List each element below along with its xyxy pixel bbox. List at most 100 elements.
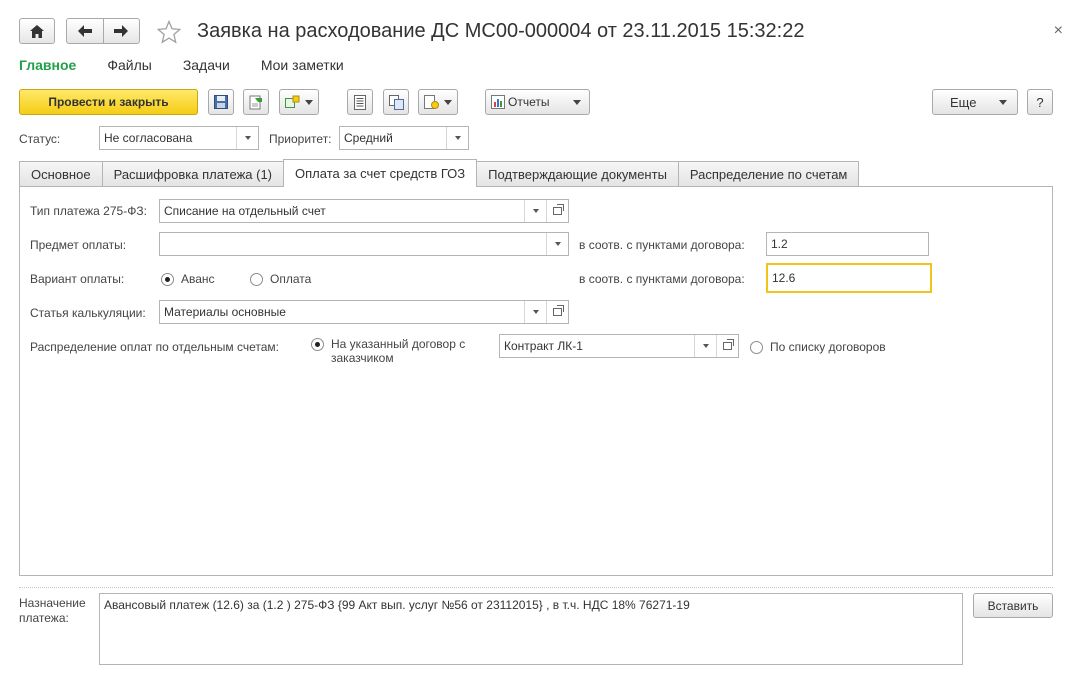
nav-item-notes[interactable]: Мои заметки xyxy=(261,57,344,73)
post-document-icon xyxy=(249,95,262,109)
chevron-down-icon xyxy=(244,136,251,140)
more-button[interactable]: Еще xyxy=(932,89,1018,115)
priority-select[interactable]: Средний xyxy=(339,126,469,150)
dist-specified-label-group: На указанный договор с заказчиком xyxy=(331,337,465,365)
post-button[interactable] xyxy=(243,89,269,115)
copy-document-button[interactable] xyxy=(383,89,409,115)
dist-specified-label-line2: заказчиком xyxy=(331,351,394,365)
variant-payment-label: Оплата xyxy=(270,272,312,286)
dist-contract-list-radio[interactable]: По списку договоров xyxy=(750,340,886,354)
contract-points-value-2: 12.6 xyxy=(772,271,796,285)
payment-type-open-button[interactable] xyxy=(546,200,568,222)
cost-item-dropdown-button[interactable] xyxy=(524,301,546,323)
payment-purpose-textarea[interactable]: Авансовый платеж (12.6) за (1.2 ) 275-ФЗ… xyxy=(99,593,963,665)
radio-selected-icon xyxy=(161,272,174,286)
chevron-down-icon xyxy=(702,344,709,348)
forward-button[interactable] xyxy=(104,19,140,43)
history-nav xyxy=(66,18,140,44)
favorite-star-button[interactable] xyxy=(156,19,182,44)
chevron-down-icon xyxy=(554,242,561,246)
chevron-down-icon xyxy=(444,99,452,105)
tab-account-distribution[interactable]: Распределение по счетам xyxy=(677,161,860,187)
tab-main[interactable]: Основное xyxy=(19,161,103,187)
create-based-on-icon xyxy=(285,95,300,108)
contract-points-label-1: в соотв. с пунктами договора: xyxy=(579,238,745,252)
list-document-icon xyxy=(354,94,366,110)
priority-dropdown-button[interactable] xyxy=(446,127,468,149)
cost-item-open-button[interactable] xyxy=(546,301,568,323)
contract-points-label-2: в соотв. с пунктами договора: xyxy=(579,272,745,286)
cost-item-select[interactable]: Материалы основные xyxy=(159,300,569,324)
arrow-right-icon xyxy=(114,25,129,37)
create-based-on-button[interactable] xyxy=(279,89,319,115)
payment-type-label: Тип платежа 275-ФЗ: xyxy=(30,204,147,218)
nav-item-files[interactable]: Файлы xyxy=(107,57,151,73)
help-button[interactable]: ? xyxy=(1027,89,1053,115)
variant-advance-radio[interactable]: Аванс xyxy=(161,272,215,286)
tab-supporting-docs[interactable]: Подтверждающие документы xyxy=(476,161,679,187)
reports-button[interactable]: Отчеты xyxy=(485,89,590,115)
close-icon[interactable]: × xyxy=(1054,22,1063,40)
open-form-icon xyxy=(723,339,734,350)
more-label: Еще xyxy=(950,94,977,110)
dist-contract-list-label: По списку договоров xyxy=(770,340,886,354)
save-button[interactable] xyxy=(208,89,234,115)
contract-points-input-2[interactable]: 12.6 xyxy=(766,263,932,293)
insert-button[interactable]: Вставить xyxy=(973,593,1053,618)
tab-strip: Основное Расшифровка платежа (1) Оплата … xyxy=(19,159,860,187)
top-nav: Главное Файлы Задачи Мои заметки xyxy=(19,57,375,73)
payment-subject-dropdown-button[interactable] xyxy=(546,233,568,255)
tab-payment-breakdown[interactable]: Расшифровка платежа (1) xyxy=(101,161,285,187)
contract-value: Контракт ЛК-1 xyxy=(504,339,583,353)
contract-points-input-1[interactable]: 1.2 xyxy=(766,232,929,256)
contract-select[interactable]: Контракт ЛК-1 xyxy=(499,334,739,358)
status-dropdown-button[interactable] xyxy=(236,127,258,149)
nav-item-tasks[interactable]: Задачи xyxy=(183,57,230,73)
chevron-down-icon xyxy=(532,310,539,314)
variant-advance-label: Аванс xyxy=(181,272,215,286)
status-label: Статус: xyxy=(19,132,61,146)
home-icon xyxy=(30,24,44,38)
dist-specified-label-line1: На указанный договор с xyxy=(331,337,466,351)
distribution-label: Распределение оплат по отдельным счетам: xyxy=(30,340,279,354)
report-chart-icon xyxy=(491,95,505,109)
radio-selected-icon xyxy=(311,338,324,351)
radio-empty-icon xyxy=(750,340,763,354)
payment-variant-label: Вариант оплаты: xyxy=(30,272,125,286)
contract-points-value-1: 1.2 xyxy=(771,237,788,251)
payment-type-dropdown-button[interactable] xyxy=(524,200,546,222)
tab-goz-payment[interactable]: Оплата за счет средств ГОЗ xyxy=(283,159,478,187)
status-select[interactable]: Не согласована xyxy=(99,126,259,150)
contract-open-button[interactable] xyxy=(716,335,738,357)
copy-icon xyxy=(388,94,404,110)
priority-label: Приоритет: xyxy=(269,132,332,146)
home-button[interactable] xyxy=(19,18,55,44)
open-form-icon xyxy=(553,305,564,316)
reports-label: Отчеты xyxy=(508,95,550,109)
payment-subject-select[interactable] xyxy=(159,232,569,256)
document-structure-button[interactable] xyxy=(347,89,373,115)
variant-payment-radio[interactable]: Оплата xyxy=(250,272,311,286)
dist-specified-contract-radio[interactable]: На указанный договор с заказчиком xyxy=(311,337,465,365)
purpose-label: Назначение платежа: xyxy=(19,596,86,626)
chevron-down-icon xyxy=(305,99,313,105)
floppy-disk-icon xyxy=(214,95,228,109)
payment-type-value: Списание на отдельный счет xyxy=(164,204,326,218)
footer-divider xyxy=(19,587,1053,588)
chevron-down-icon xyxy=(999,99,1008,105)
open-form-icon xyxy=(553,204,564,215)
back-button[interactable] xyxy=(67,19,104,43)
contract-dropdown-button[interactable] xyxy=(694,335,716,357)
status-value: Не согласована xyxy=(104,131,193,145)
priority-value: Средний xyxy=(344,131,393,145)
attachments-button[interactable] xyxy=(418,89,458,115)
purpose-label-line1: Назначение xyxy=(19,596,86,610)
post-and-close-button[interactable]: Провести и закрыть xyxy=(19,89,198,115)
chevron-down-icon xyxy=(573,99,582,105)
cost-item-value: Материалы основные xyxy=(164,305,286,319)
radio-empty-icon xyxy=(250,272,263,286)
document-gear-icon xyxy=(424,94,439,109)
chevron-down-icon xyxy=(454,136,461,140)
payment-type-select[interactable]: Списание на отдельный счет xyxy=(159,199,569,223)
nav-item-main[interactable]: Главное xyxy=(19,57,76,73)
